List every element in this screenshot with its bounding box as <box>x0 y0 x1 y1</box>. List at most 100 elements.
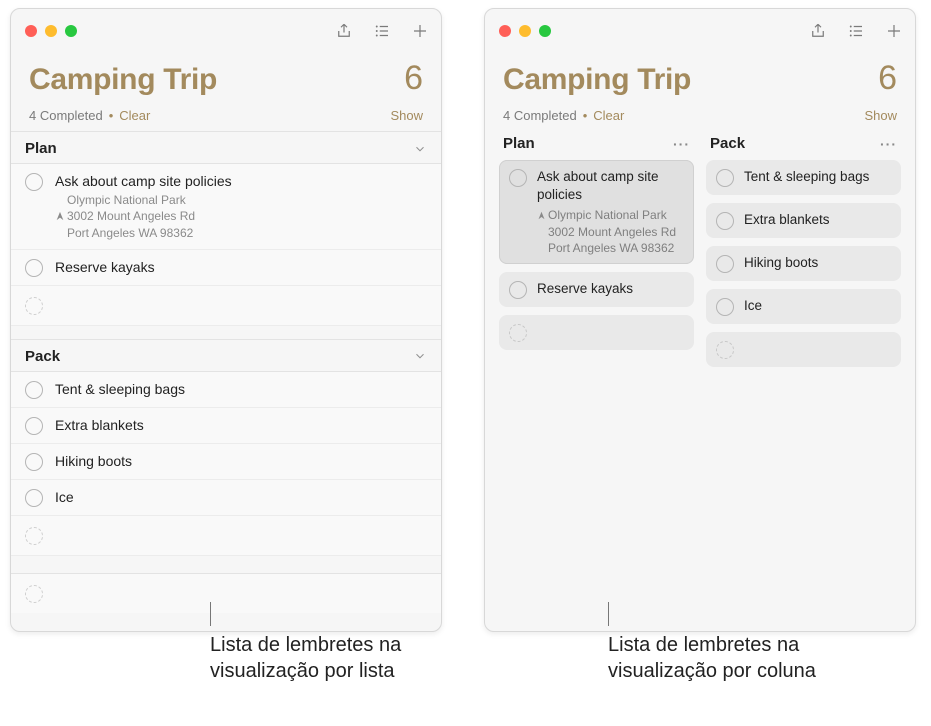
window-traffic-lights <box>499 25 551 37</box>
chevron-down-icon <box>413 142 427 156</box>
reminder-title: Ask about camp site policies <box>55 172 232 190</box>
column-menu-button[interactable]: ··· <box>673 136 690 152</box>
section-header-pack[interactable]: Pack <box>11 340 441 372</box>
reminder-title: Reserve kayaks <box>537 280 684 298</box>
window-titlebar <box>11 9 441 53</box>
reminder-row[interactable]: Ice <box>11 480 441 516</box>
reminder-complete-toggle[interactable] <box>25 417 43 435</box>
reminder-complete-toggle[interactable] <box>25 259 43 277</box>
share-icon <box>809 22 827 40</box>
share-button[interactable] <box>809 22 827 40</box>
reminder-title: Extra blankets <box>55 416 144 434</box>
empty-circle-icon <box>25 585 43 603</box>
caption-column-view: Lista de lembretes na visualização por c… <box>608 632 888 684</box>
reminder-location: Olympic National Park 3002 Mount Angeles… <box>55 192 232 241</box>
reminder-card[interactable]: Reserve kayaks <box>499 272 694 307</box>
window-minimize-button[interactable] <box>45 25 57 37</box>
plus-icon <box>885 22 903 40</box>
clear-completed-button[interactable]: Clear <box>593 108 624 123</box>
location-pin-icon <box>537 208 546 224</box>
window-zoom-button[interactable] <box>65 25 77 37</box>
share-button[interactable] <box>335 22 353 40</box>
list-title: Camping Trip <box>503 63 691 97</box>
reminder-row[interactable]: Reserve kayaks <box>11 250 441 286</box>
reminder-complete-toggle[interactable] <box>25 489 43 507</box>
window-close-button[interactable] <box>499 25 511 37</box>
section-title: Plan <box>25 140 57 157</box>
reminder-complete-toggle[interactable] <box>716 212 734 230</box>
reminder-title: Extra blankets <box>744 211 891 229</box>
reminder-card[interactable]: Hiking boots <box>706 246 901 281</box>
reminders-window-column-view: Camping Trip 6 4 Completed • Clear Show … <box>484 8 916 632</box>
view-options-button[interactable] <box>847 22 865 40</box>
reminders-window-list-view: Camping Trip 6 4 Completed • Clear Show … <box>10 8 442 632</box>
reminder-complete-toggle[interactable] <box>25 173 43 191</box>
reminder-location: Olympic National Park 3002 Mount Angeles… <box>537 207 684 256</box>
reminder-title: Reserve kayaks <box>55 258 155 276</box>
new-reminder-placeholder[interactable] <box>11 516 441 556</box>
caption-list-view: Lista de lembretes na visualização por l… <box>210 632 470 684</box>
section-header-plan[interactable]: Plan <box>11 132 441 164</box>
reminder-complete-toggle[interactable] <box>25 381 43 399</box>
new-reminder-placeholder[interactable] <box>499 315 694 350</box>
clear-completed-button[interactable]: Clear <box>119 108 150 123</box>
new-reminder-placeholder[interactable] <box>11 286 441 326</box>
separator-dot: • <box>583 108 588 123</box>
location-pin-icon <box>55 209 65 225</box>
separator-dot: • <box>109 108 114 123</box>
reminder-complete-toggle[interactable] <box>25 453 43 471</box>
add-reminder-button[interactable] <box>411 22 429 40</box>
column-title: Plan <box>503 135 535 152</box>
reminder-title: Ice <box>744 297 891 315</box>
reminder-row[interactable]: Hiking boots <box>11 444 441 480</box>
view-options-button[interactable] <box>373 22 391 40</box>
new-reminder-placeholder[interactable] <box>11 574 441 613</box>
list-count: 6 <box>878 59 897 98</box>
reminder-title: Ice <box>55 488 74 506</box>
column-title: Pack <box>710 135 745 152</box>
chevron-down-icon <box>413 349 427 363</box>
list-count: 6 <box>404 59 423 98</box>
column-pack: Pack ··· Tent & sleeping bags Extra blan… <box>706 131 901 621</box>
reminder-card[interactable]: Ice <box>706 289 901 324</box>
reminder-card[interactable]: Extra blankets <box>706 203 901 238</box>
reminder-complete-toggle[interactable] <box>509 169 527 187</box>
share-icon <box>335 22 353 40</box>
reminder-title: Tent & sleeping bags <box>55 380 185 398</box>
empty-circle-icon <box>25 297 43 315</box>
reminder-row[interactable]: Extra blankets <box>11 408 441 444</box>
empty-circle-icon <box>716 341 734 359</box>
new-reminder-placeholder[interactable] <box>706 332 901 367</box>
window-minimize-button[interactable] <box>519 25 531 37</box>
reminder-card[interactable]: Ask about camp site policies Olympic Nat… <box>499 160 694 264</box>
window-titlebar <box>485 9 915 53</box>
reminder-title: Ask about camp site policies <box>537 168 684 204</box>
completed-count-label: 4 Completed <box>29 108 103 123</box>
completed-count-label: 4 Completed <box>503 108 577 123</box>
plus-icon <box>411 22 429 40</box>
reminder-title: Hiking boots <box>55 452 132 470</box>
reminder-title: Tent & sleeping bags <box>744 168 891 186</box>
reminder-complete-toggle[interactable] <box>509 281 527 299</box>
window-zoom-button[interactable] <box>539 25 551 37</box>
add-reminder-button[interactable] <box>885 22 903 40</box>
section-title: Pack <box>25 348 60 365</box>
empty-circle-icon <box>25 527 43 545</box>
reminder-complete-toggle[interactable] <box>716 169 734 187</box>
list-bullets-icon <box>373 22 391 40</box>
empty-circle-icon <box>509 324 527 342</box>
show-completed-button[interactable]: Show <box>864 108 897 123</box>
show-completed-button[interactable]: Show <box>390 108 423 123</box>
column-menu-button[interactable]: ··· <box>880 136 897 152</box>
list-title: Camping Trip <box>29 63 217 97</box>
reminder-title: Hiking boots <box>744 254 891 272</box>
window-traffic-lights <box>25 25 77 37</box>
window-close-button[interactable] <box>25 25 37 37</box>
column-plan: Plan ··· Ask about camp site policies Ol… <box>499 131 694 621</box>
reminder-complete-toggle[interactable] <box>716 255 734 273</box>
reminder-row[interactable]: Ask about camp site policies Olympic Nat… <box>11 164 441 250</box>
reminder-card[interactable]: Tent & sleeping bags <box>706 160 901 195</box>
list-bullets-icon <box>847 22 865 40</box>
reminder-complete-toggle[interactable] <box>716 298 734 316</box>
reminder-row[interactable]: Tent & sleeping bags <box>11 372 441 408</box>
